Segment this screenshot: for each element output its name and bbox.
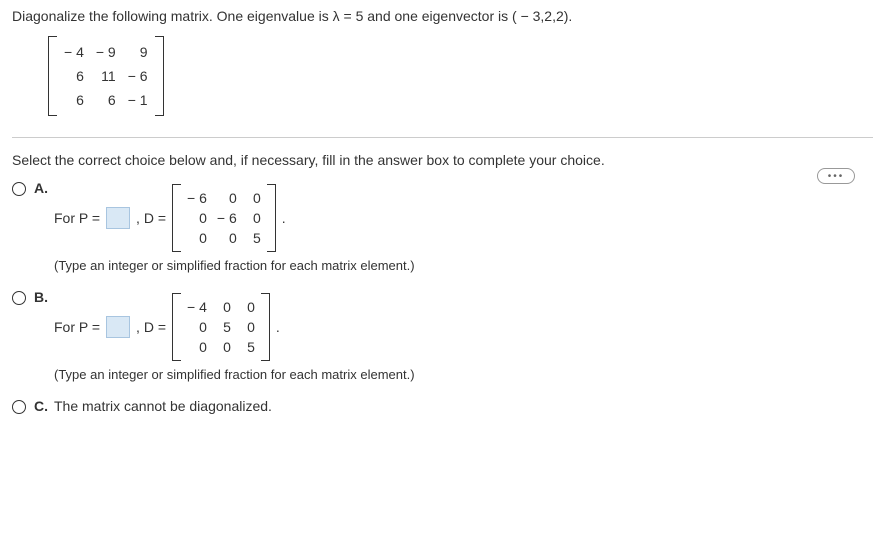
- choice-b-prefix: For P =: [54, 319, 100, 335]
- choice-a: A. For P = , D = − 600 0− 60 005 . (Type…: [12, 180, 873, 283]
- radio-a[interactable]: [12, 182, 26, 196]
- choice-a-equation: For P = , D = − 600 0− 60 005 .: [54, 184, 873, 252]
- divider: [12, 137, 873, 138]
- radio-c[interactable]: [12, 400, 26, 414]
- choice-a-prefix: For P =: [54, 210, 100, 226]
- choice-a-mid: , D =: [136, 210, 166, 226]
- choice-a-hint: (Type an integer or simplified fraction …: [54, 258, 873, 273]
- choice-b: B. For P = , D = − 400 050 005 . (Type a…: [12, 289, 873, 392]
- choice-b-suffix: .: [276, 319, 280, 335]
- choice-a-matrix-d: − 600 0− 60 005: [172, 184, 276, 252]
- choice-b-matrix-d: − 400 050 005: [172, 293, 270, 361]
- choice-c-label: C.: [34, 398, 54, 414]
- choice-b-input-p[interactable]: [106, 316, 130, 338]
- choice-c: C. The matrix cannot be diagonalized.: [12, 398, 873, 414]
- choice-b-mid: , D =: [136, 319, 166, 335]
- choice-a-input-p[interactable]: [106, 207, 130, 229]
- question-text: Diagonalize the following matrix. One ei…: [12, 8, 873, 24]
- radio-b[interactable]: [12, 291, 26, 305]
- more-options-button[interactable]: •••: [817, 168, 855, 184]
- given-matrix: − 4− 99 611− 6 66− 1: [48, 36, 873, 119]
- choice-a-suffix: .: [282, 210, 286, 226]
- choice-b-label: B.: [34, 289, 54, 305]
- choice-b-hint: (Type an integer or simplified fraction …: [54, 367, 873, 382]
- choice-c-text: The matrix cannot be diagonalized.: [54, 398, 272, 414]
- choice-a-label: A.: [34, 180, 54, 196]
- instruction-text: Select the correct choice below and, if …: [12, 152, 873, 168]
- choice-b-equation: For P = , D = − 400 050 005 .: [54, 293, 873, 361]
